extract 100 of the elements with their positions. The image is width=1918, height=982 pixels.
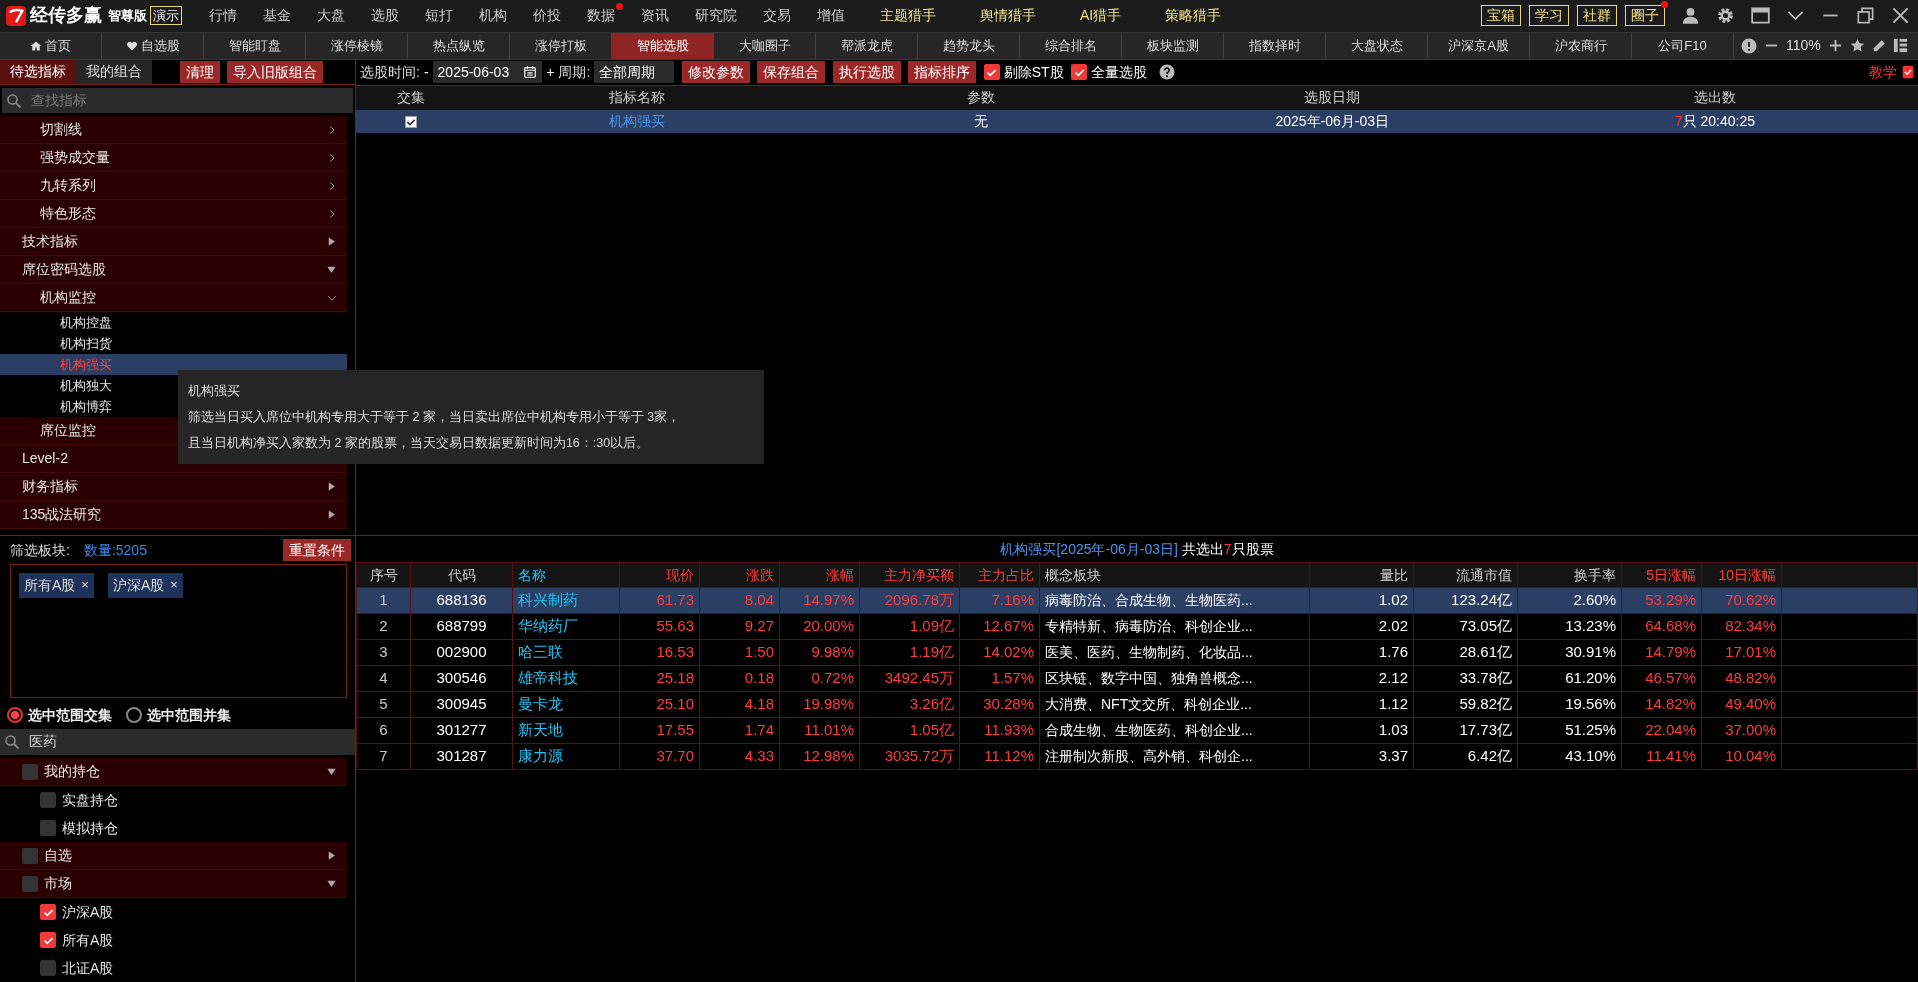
window-icon[interactable] [1751, 6, 1770, 26]
pencil-icon[interactable] [1871, 38, 1886, 53]
triangle-down-icon[interactable] [326, 766, 337, 777]
menu-item[interactable]: 舆情猎手 [958, 5, 1058, 27]
menu-item[interactable]: 数据 [574, 5, 628, 27]
help-icon[interactable] [1159, 64, 1176, 81]
tree-item[interactable]: 市场 [0, 870, 347, 898]
search-field[interactable]: 医药 [0, 729, 355, 755]
checkbox[interactable] [22, 875, 38, 892]
action-button[interactable]: 清理 [180, 60, 220, 83]
calendar-icon[interactable] [523, 65, 538, 80]
tree-item[interactable]: 我的持仓 [0, 758, 347, 786]
action-button[interactable]: 保存组合 [757, 61, 826, 84]
radio-option[interactable]: 选中范围交集 [7, 704, 112, 726]
menu-item[interactable]: 机构 [466, 5, 520, 27]
tree-item[interactable]: 席位密码选股 [0, 256, 347, 285]
tree-item[interactable]: 强势成交量 [0, 144, 347, 173]
header-button[interactable]: 学习 [1529, 5, 1569, 27]
tree-item[interactable]: 技术指标 [0, 228, 347, 257]
menu-item[interactable]: 短打 [412, 5, 466, 27]
remove-tag-button[interactable]: × [81, 575, 89, 595]
stock-name[interactable]: 哈三联 [512, 639, 620, 666]
stock-name[interactable]: 科兴制药 [512, 587, 620, 614]
radio-button[interactable] [126, 707, 142, 724]
radio-option[interactable]: 选中范围并集 [126, 704, 231, 726]
checkbox[interactable] [40, 904, 56, 920]
chevron-right-icon[interactable] [327, 208, 337, 219]
reset-button[interactable]: 重置条件 [283, 539, 351, 562]
tab[interactable]: 智能选股 [612, 32, 714, 59]
stock-name[interactable]: 新天地 [512, 717, 620, 744]
settings-icon[interactable] [1716, 6, 1735, 26]
layout-icon[interactable] [1892, 38, 1908, 54]
chevron-right-icon[interactable] [327, 180, 337, 191]
remove-tag-button[interactable]: × [170, 575, 178, 595]
menu-item[interactable]: 交易 [750, 5, 804, 27]
triangle-right-icon[interactable] [326, 236, 337, 248]
tree-item[interactable]: 机构监控 [0, 284, 347, 313]
checkbox-option[interactable]: 全量选股 [1071, 61, 1148, 83]
menu-item[interactable]: 资讯 [628, 5, 682, 27]
menu-item[interactable]: 选股 [358, 5, 412, 27]
increment-button[interactable]: + [546, 61, 555, 83]
triangle-down-icon[interactable] [326, 264, 337, 276]
radio-button[interactable] [7, 707, 23, 724]
triangle-right-icon[interactable] [326, 481, 337, 493]
period-field[interactable]: 全部周期 [594, 61, 675, 84]
action-button[interactable]: 导入旧版组合 [227, 60, 323, 83]
panel-tab[interactable]: 待选指标 [0, 59, 76, 84]
triangle-right-icon[interactable] [326, 509, 337, 521]
tree-item[interactable]: 所有A股 [0, 926, 347, 954]
tree-item[interactable]: 财务指标 [0, 473, 347, 502]
search-field[interactable]: 查找指标 [2, 88, 353, 114]
tree-item[interactable]: 自选 [0, 842, 347, 870]
action-button[interactable]: 执行选股 [832, 61, 901, 84]
header-button[interactable]: 宝箱 [1481, 5, 1521, 27]
tree-item[interactable]: 特色形态 [0, 200, 347, 229]
panel-tab[interactable]: 我的组合 [76, 59, 152, 84]
zoom-in-icon[interactable] [1827, 38, 1843, 54]
menu-item[interactable]: 价投 [520, 5, 574, 27]
checkbox[interactable] [983, 64, 1000, 81]
action-button[interactable]: 修改参数 [681, 61, 750, 84]
checkbox[interactable] [40, 820, 56, 836]
menu-item[interactable]: 策略猎手 [1143, 5, 1244, 27]
action-button[interactable]: 指标排序 [908, 61, 977, 84]
date-field[interactable]: 2025-06-03 [432, 61, 543, 84]
triangle-down-icon[interactable] [326, 878, 337, 889]
decrement-button[interactable]: - [423, 61, 429, 83]
menu-item[interactable]: 研究院 [682, 5, 750, 27]
stock-name[interactable]: 康力源 [512, 743, 620, 770]
menu-item[interactable]: 主题猎手 [858, 5, 958, 27]
triangle-right-icon[interactable] [326, 850, 337, 861]
star-icon[interactable] [1849, 38, 1865, 54]
info-icon[interactable] [1741, 37, 1757, 54]
teach-button[interactable]: 教学 [1869, 61, 1915, 83]
tree-item[interactable]: 北证A股 [0, 954, 347, 982]
menu-item[interactable]: 基金 [250, 5, 304, 27]
stock-name[interactable]: 雄帝科技 [512, 665, 620, 692]
user-icon[interactable] [1681, 6, 1700, 26]
checkbox[interactable] [40, 960, 56, 976]
checkbox[interactable] [404, 115, 417, 128]
search-input[interactable]: 医药 [26, 730, 307, 754]
chevron-right-icon[interactable] [327, 124, 337, 135]
tree-item[interactable]: 模拟持仓 [0, 814, 347, 842]
chevron-right-icon[interactable] [327, 152, 337, 163]
tree-item[interactable]: 实盘持仓 [0, 786, 347, 814]
checkbox[interactable] [1071, 64, 1088, 81]
header-button[interactable]: 社群 [1577, 5, 1617, 27]
checkbox-option[interactable]: 剔除ST股 [983, 61, 1064, 83]
checkbox[interactable] [22, 847, 38, 864]
stock-name[interactable]: 曼卡龙 [512, 691, 620, 718]
tree-item[interactable]: 九转系列 [0, 172, 347, 201]
stock-name[interactable]: 华纳药厂 [512, 613, 620, 640]
tree-item[interactable]: 沪深A股 [0, 898, 347, 926]
menu-item[interactable]: 行情 [196, 5, 250, 27]
tree-item[interactable]: 135战法研究 [0, 501, 347, 530]
checkbox[interactable] [22, 763, 38, 780]
tree-item[interactable]: 切割线 [0, 116, 347, 145]
checkbox[interactable] [40, 792, 56, 808]
checkbox[interactable] [40, 932, 56, 948]
restore-icon[interactable] [1856, 6, 1875, 26]
menu-item[interactable]: 增值 [804, 5, 858, 27]
